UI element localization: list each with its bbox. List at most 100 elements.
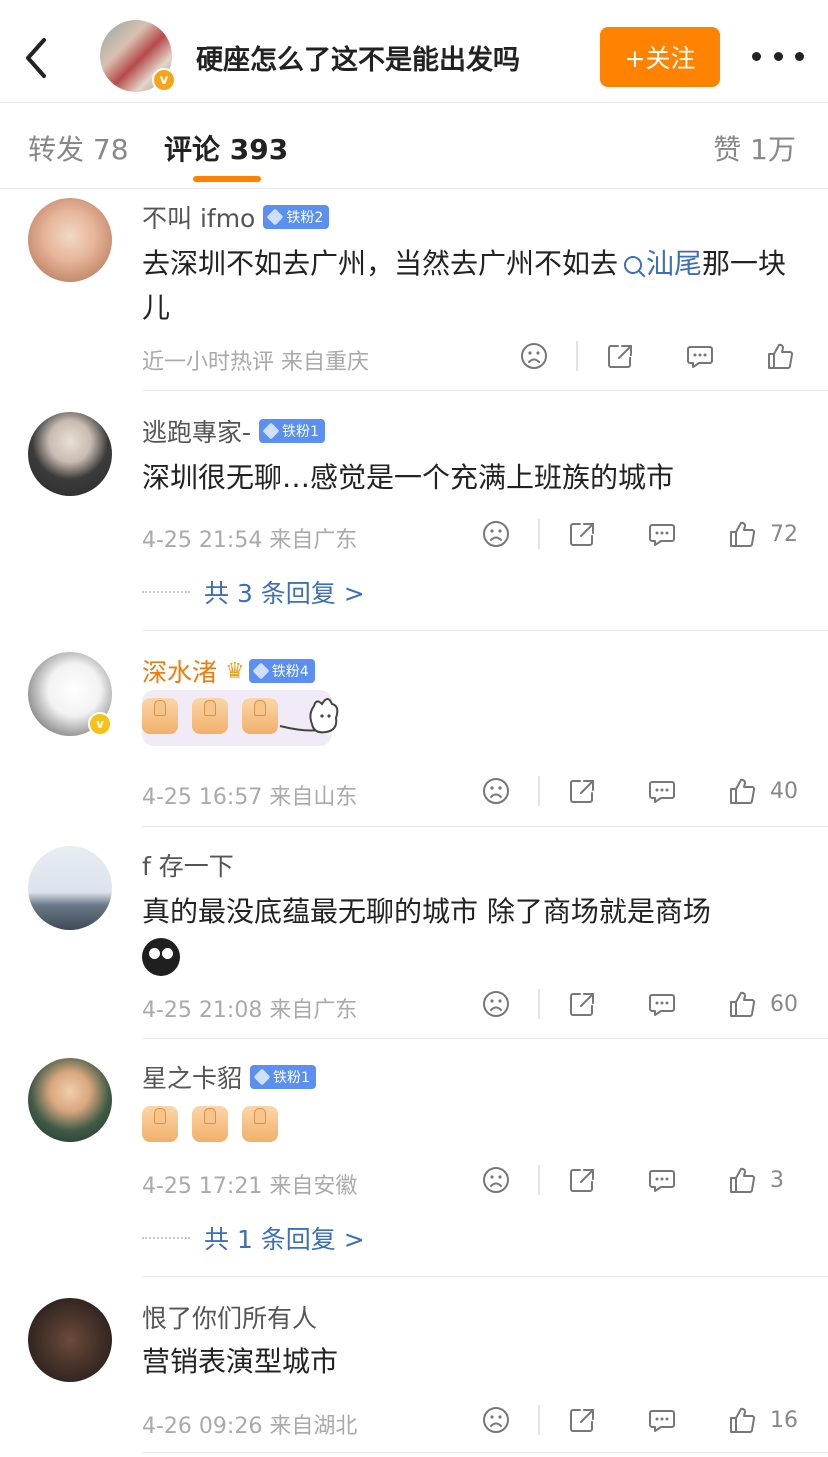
comment-actions	[514, 336, 800, 376]
poster-avatar[interactable]: v	[100, 20, 176, 94]
commenter-name[interactable]: 恨了你们所有人	[142, 1299, 317, 1335]
emoji-row	[142, 698, 278, 734]
separator	[538, 989, 540, 1019]
sad-face-icon[interactable]	[476, 984, 516, 1024]
thumbs-up-icon[interactable]	[722, 1400, 762, 1440]
avatar[interactable]	[28, 1298, 112, 1382]
share-icon[interactable]	[562, 1160, 602, 1200]
comment-icon[interactable]	[642, 984, 682, 1024]
sad-face-icon[interactable]	[476, 514, 516, 554]
thumbs-up-icon[interactable]	[760, 336, 800, 376]
topic-link[interactable]: 汕尾	[618, 247, 702, 280]
commenter-name[interactable]: 逃跑專家-	[142, 413, 251, 449]
divider	[0, 188, 828, 189]
share-icon[interactable]	[562, 771, 602, 811]
thumbs-up-emoji	[242, 1106, 278, 1142]
like-count: 40	[770, 778, 798, 804]
share-icon[interactable]	[600, 336, 640, 376]
tab-repost[interactable]: 转发 78	[28, 128, 129, 168]
thumbs-up-emoji	[192, 698, 228, 734]
follow-button[interactable]: +关注	[600, 27, 720, 87]
comment-meta: 4-26 09:26 来自湖北	[142, 1414, 358, 1439]
tab-like[interactable]: 赞 1万	[713, 128, 796, 168]
back-button[interactable]	[18, 34, 58, 82]
comment-meta: 4-25 16:57 来自山东	[142, 785, 358, 810]
fan-badge: 铁粉1	[250, 1065, 316, 1089]
share-icon[interactable]	[562, 514, 602, 554]
share-icon[interactable]	[562, 984, 602, 1024]
search-icon	[624, 256, 643, 274]
avatar[interactable]	[28, 412, 112, 496]
avatar[interactable]	[28, 1058, 112, 1142]
comment-meta: 4-25 17:21 来自安徽	[142, 1174, 358, 1199]
separator	[576, 341, 578, 371]
emoji-icon	[142, 938, 180, 976]
chevron-left-icon	[26, 38, 46, 78]
dotted-line	[142, 1237, 190, 1239]
divider	[142, 1452, 828, 1453]
divider	[142, 1038, 828, 1039]
comment-actions: 72	[476, 514, 800, 554]
thumbs-up-icon[interactable]	[722, 514, 762, 554]
active-tab-indicator	[193, 176, 261, 182]
comment-icon[interactable]	[642, 1160, 682, 1200]
replies-row: 共 3 条回复 >	[142, 572, 365, 612]
verified-badge: v	[88, 712, 112, 736]
commenter-name[interactable]: f 存一下	[142, 847, 234, 883]
commenter-name[interactable]: 星之卡貂	[142, 1059, 242, 1095]
comment-text: 去深圳不如去广州，当然去广州不如去 汕尾那一块儿	[142, 247, 787, 324]
emoji-row	[142, 1106, 278, 1142]
sad-face-icon[interactable]	[514, 336, 554, 376]
fan-badge: 铁粉1	[259, 419, 325, 443]
comment-actions: 16	[476, 1400, 800, 1440]
divider	[142, 1276, 828, 1277]
thumbs-up-emoji	[142, 1106, 178, 1142]
sad-face-icon[interactable]	[476, 1400, 516, 1440]
post-title: 硬座怎么了这不是能出发吗	[196, 45, 520, 76]
comment-text: 真的最没底蕴最无聊的城市 除了商场就是商场	[142, 895, 711, 928]
more-dots-icon[interactable]	[752, 42, 804, 70]
dotted-line	[142, 591, 190, 593]
like-count: 3	[770, 1167, 784, 1193]
view-replies-link[interactable]: 共 3 条回复 >	[204, 574, 365, 610]
separator	[538, 1165, 540, 1195]
comment-icon[interactable]	[642, 514, 682, 554]
like-count: 60	[770, 991, 798, 1017]
thumbs-up-icon[interactable]	[722, 1160, 762, 1200]
tab-comment[interactable]: 评论 393	[164, 128, 288, 168]
comment-meta: 近一小时热评 来自重庆	[142, 350, 369, 375]
separator	[538, 1405, 540, 1435]
thumbs-up-emoji	[142, 698, 178, 734]
comment-icon[interactable]	[680, 336, 720, 376]
divider	[142, 630, 828, 631]
avatar[interactable]	[28, 846, 112, 930]
comment-meta: 4-25 21:08 来自广东	[142, 998, 358, 1023]
separator	[538, 776, 540, 806]
commenter-name[interactable]: 深水渚	[142, 653, 217, 689]
comment-actions: 3	[476, 1160, 800, 1200]
comment-icon[interactable]	[642, 771, 682, 811]
view-replies-link[interactable]: 共 1 条回复 >	[204, 1220, 365, 1256]
like-count: 72	[770, 521, 798, 547]
comment-text: 深圳很无聊…感觉是一个充满上班族的城市	[142, 461, 675, 494]
commenter-name[interactable]: 不叫 ifmo	[142, 199, 255, 235]
divider	[142, 826, 828, 827]
sad-face-icon[interactable]	[476, 771, 516, 811]
comment-actions: 40	[476, 771, 800, 811]
comment-icon[interactable]	[642, 1400, 682, 1440]
separator	[538, 519, 540, 549]
verified-badge: v	[152, 68, 176, 92]
sad-face-icon[interactable]	[476, 1160, 516, 1200]
crown-icon: ♛	[225, 658, 245, 684]
comment-text: 营销表演型城市	[142, 1345, 339, 1378]
top-bar: v 硬座怎么了这不是能出发吗 +关注	[0, 0, 828, 104]
share-icon[interactable]	[562, 1400, 602, 1440]
thumbs-up-icon[interactable]	[722, 771, 762, 811]
thumbs-up-icon[interactable]	[722, 984, 762, 1024]
thumbs-up-emoji	[242, 698, 278, 734]
avatar[interactable]	[28, 198, 112, 282]
divider	[142, 390, 828, 391]
like-count: 16	[770, 1407, 798, 1433]
comment-meta: 4-25 21:54 来自广东	[142, 528, 358, 553]
fan-badge: 铁粉2	[263, 205, 330, 229]
